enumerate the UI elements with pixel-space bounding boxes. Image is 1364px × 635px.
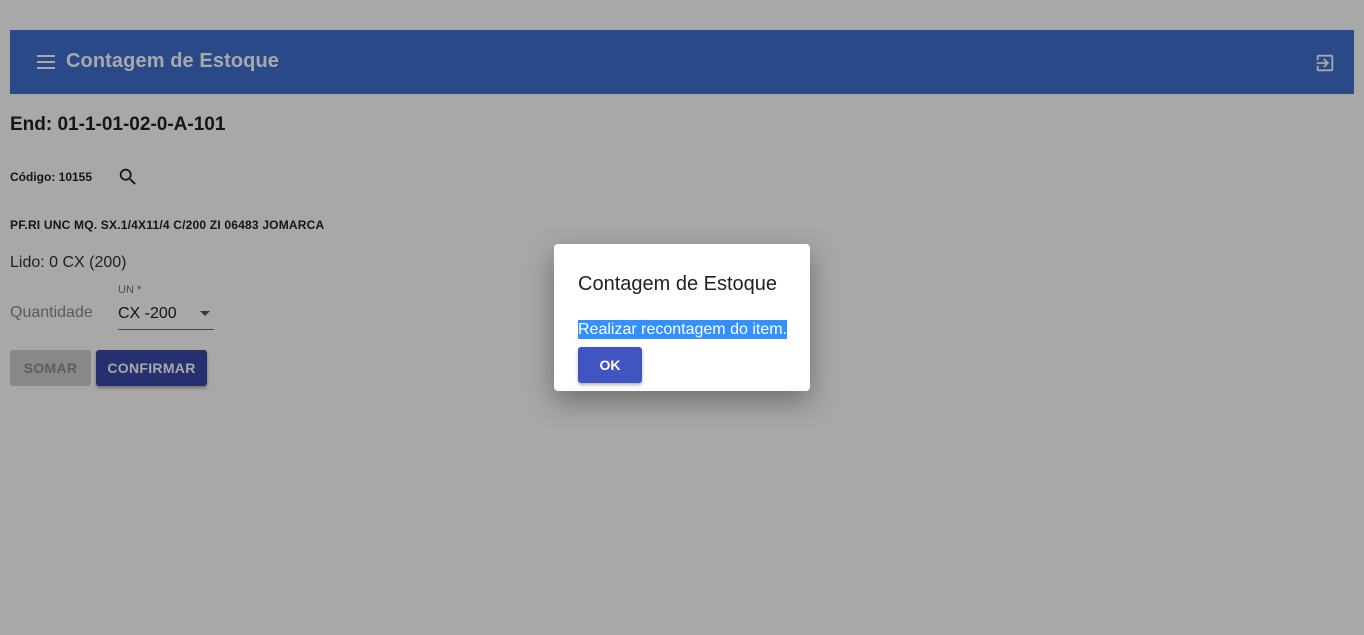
- recount-dialog: Contagem de Estoque Realizar recontagem …: [554, 244, 810, 391]
- dialog-title: Contagem de Estoque: [578, 273, 778, 295]
- dialog-message: Realizar recontagem do item.: [578, 320, 787, 339]
- ok-button[interactable]: OK: [578, 347, 642, 383]
